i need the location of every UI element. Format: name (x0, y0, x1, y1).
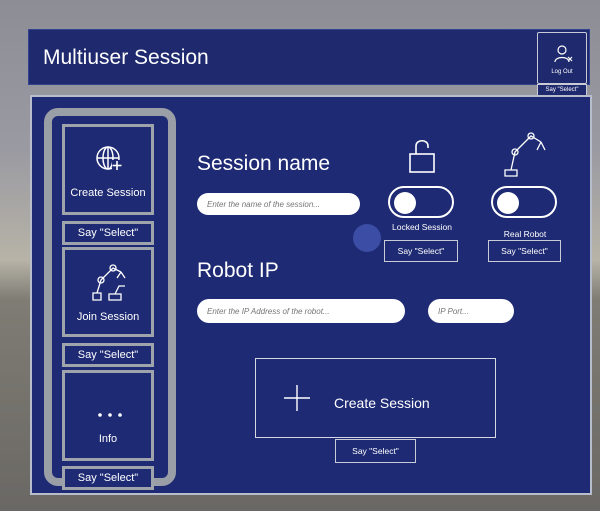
robot-port-input[interactable] (428, 299, 514, 323)
sidebar-item-create-session[interactable]: Create Session (62, 124, 154, 215)
locked-session-toggle[interactable] (388, 186, 454, 218)
title-bar: Multiuser Session (28, 29, 590, 85)
user-remove-icon (554, 45, 573, 63)
say-select-join-session: Say "Select" (62, 343, 154, 367)
window-title: Multiuser Session (43, 46, 209, 69)
logout-button[interactable]: Log Out (537, 32, 587, 84)
say-select-create: Say "Select" (335, 439, 416, 463)
real-robot-toggle[interactable] (491, 186, 557, 218)
sidebar-item-join-session[interactable]: Join Session (62, 247, 154, 337)
sidebar-item-label: Info (98, 433, 118, 445)
say-select-info: Say "Select" (62, 466, 154, 490)
session-name-input[interactable] (197, 193, 360, 215)
unlock-icon (409, 139, 435, 173)
real-robot-label: Real Robot (503, 229, 547, 239)
sidebar-item-label: Join Session (76, 311, 140, 323)
robot-ip-heading: Robot IP (197, 259, 279, 282)
robot-arm-icon (92, 264, 126, 301)
more-dots-icon (98, 413, 122, 417)
sidebar-item-label: Create Session (70, 187, 146, 199)
robot-arm-icon (504, 132, 546, 177)
plus-icon (284, 385, 310, 411)
toggle-knob (497, 192, 519, 214)
session-name-heading: Session name (197, 152, 331, 175)
logout-label: Log Out (551, 69, 573, 75)
say-select-real-robot: Say "Select" (488, 240, 561, 262)
locked-session-label: Locked Session (391, 222, 452, 232)
create-session-label: Create Session (334, 395, 430, 411)
globe-plus-icon (96, 146, 122, 170)
robot-ip-input[interactable] (197, 299, 405, 323)
create-session-button[interactable]: Create Session (255, 358, 496, 438)
say-select-locked: Say "Select" (384, 240, 458, 262)
say-select-create-session: Say "Select" (62, 221, 154, 245)
gaze-cursor (353, 224, 381, 252)
toggle-knob (394, 192, 416, 214)
sidebar-item-info[interactable]: Info (62, 370, 154, 461)
